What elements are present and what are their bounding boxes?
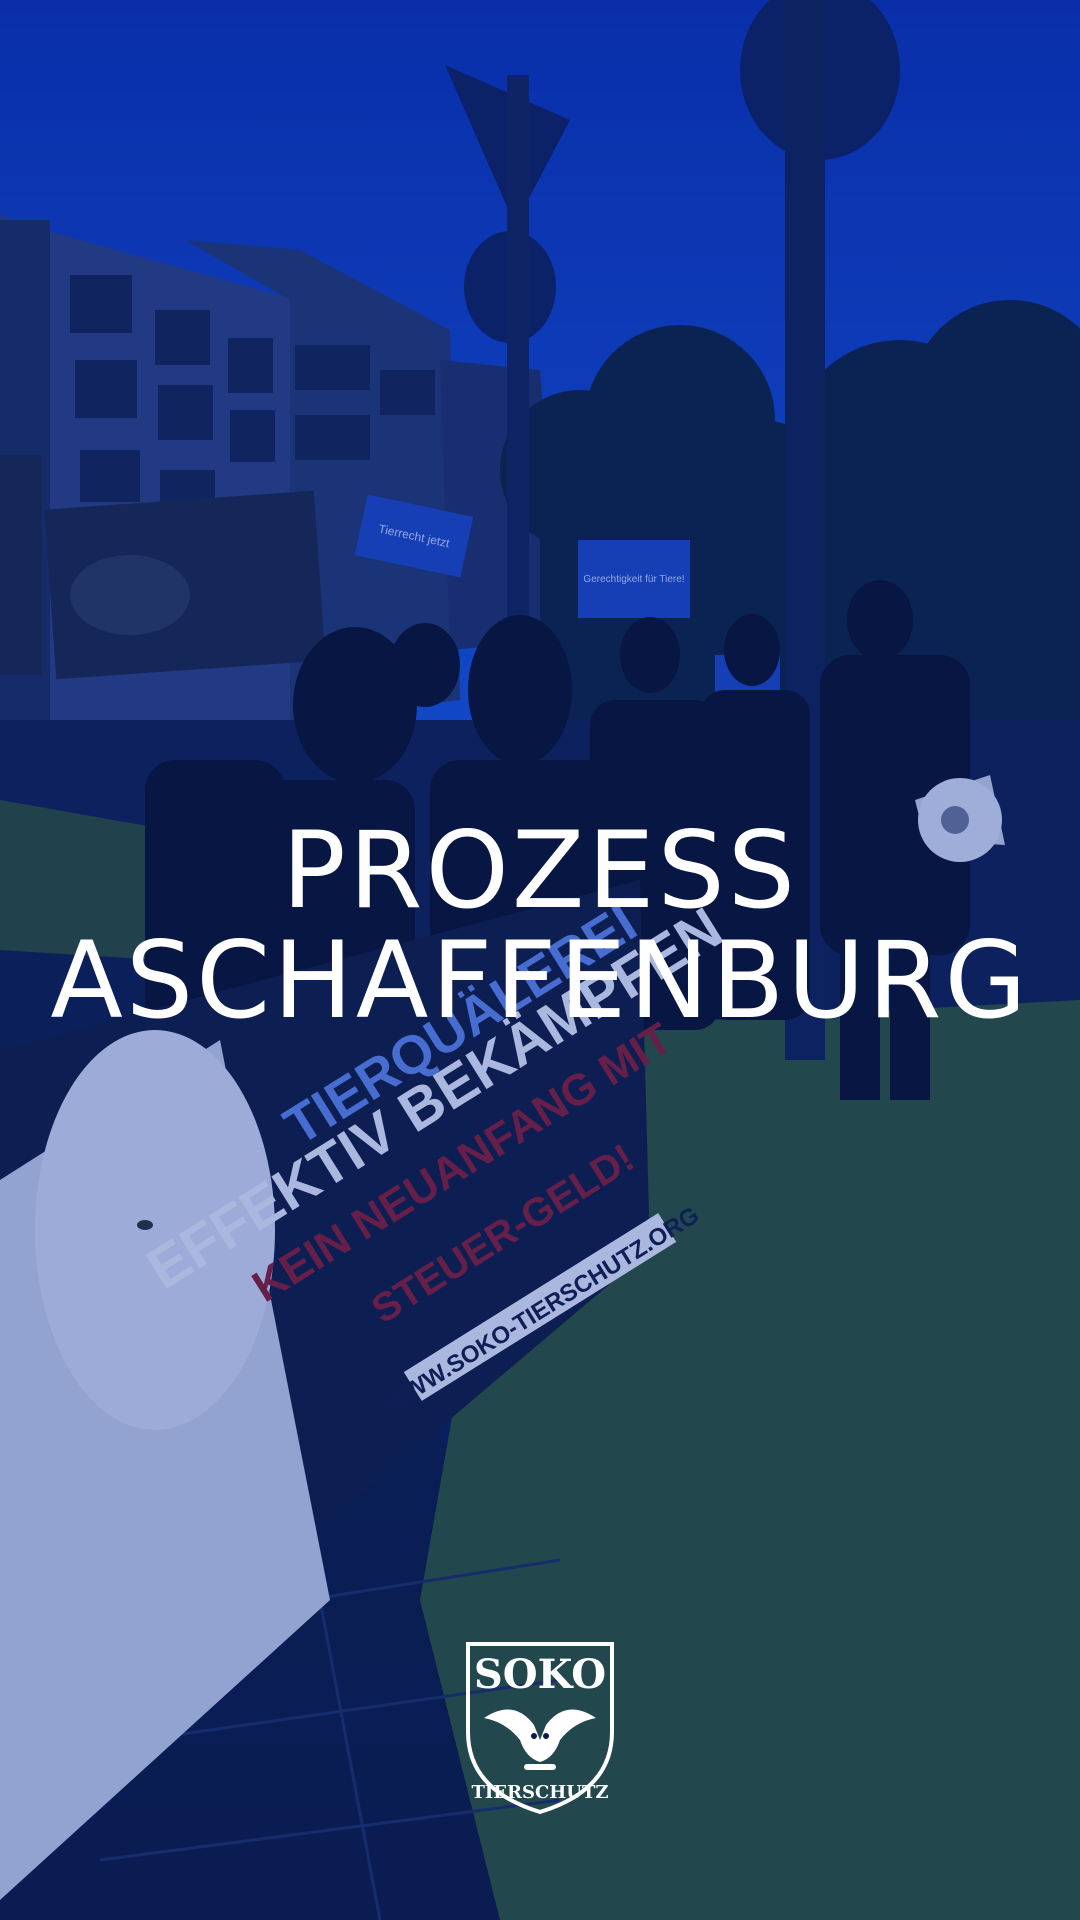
- logo-bottom-text: TIERSCHUTZ: [471, 1782, 608, 1803]
- soko-tierschutz-logo: SOKO TIERSCHUTZ: [466, 1642, 614, 1815]
- owl-icon: [484, 1709, 596, 1770]
- logo-top-text: SOKO: [474, 1651, 606, 1698]
- title-line-2: ASCHAFFENBURG: [50, 919, 1030, 1042]
- title-line-1: PROZESS: [281, 809, 799, 932]
